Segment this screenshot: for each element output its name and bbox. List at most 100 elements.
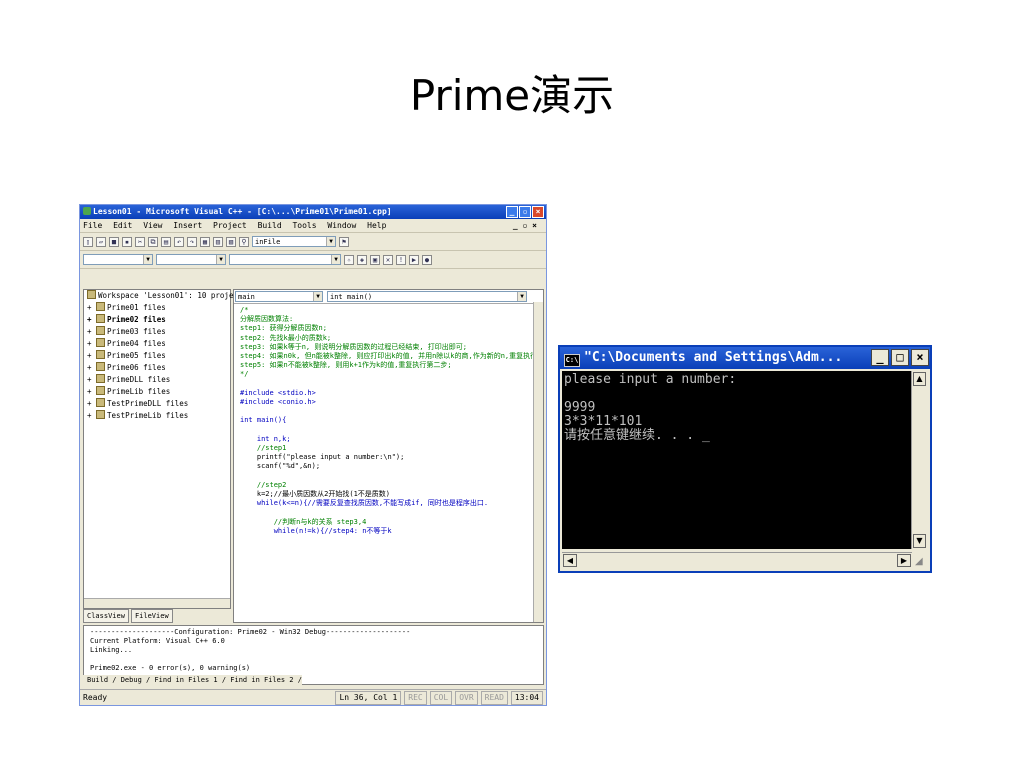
- project-icon: [96, 374, 106, 383]
- tree-item[interactable]: + Prime05 files: [84, 350, 230, 362]
- build-toolbar: ▼ ▼ ▼ ✧ ◈ ▣ ✕ ! ▶ ●: [80, 251, 546, 269]
- menu-project[interactable]: Project: [213, 221, 247, 230]
- output-line: --------------------Configuration: Prime…: [90, 628, 411, 636]
- tree-item[interactable]: + TestPrimeDLL files: [84, 398, 230, 410]
- find-in-files-icon[interactable]: ⚲: [239, 236, 249, 247]
- code-line: while(n!=k){//step4: n不等于k: [256, 526, 392, 535]
- cut-icon[interactable]: ✂: [135, 236, 145, 247]
- scroll-down-icon[interactable]: ▼: [913, 534, 926, 548]
- wizard-icon[interactable]: ✧: [344, 254, 354, 265]
- menu-view[interactable]: View: [143, 221, 162, 230]
- minimize-button[interactable]: _: [871, 349, 889, 366]
- class-combo[interactable]: ▼: [83, 254, 153, 265]
- filter-combo[interactable]: ▼: [156, 254, 226, 265]
- status-position: Ln 36, Col 1: [335, 691, 402, 705]
- menu-file[interactable]: File: [83, 221, 102, 230]
- workspace-tabs: ClassView FileView: [83, 609, 231, 623]
- menu-insert[interactable]: Insert: [173, 221, 202, 230]
- tree-item[interactable]: + TestPrimeLib files: [84, 410, 230, 422]
- open-folder-icon[interactable]: ▱: [96, 236, 106, 247]
- code-line: step3: 如果k等于n, 则说明分解质因数的过程已经结束, 打印出即可;: [240, 342, 468, 351]
- member-combo[interactable]: ▼: [229, 254, 341, 265]
- code-line: /*: [240, 306, 249, 314]
- code-line: #include <stdio.h>: [240, 388, 316, 397]
- tree-item[interactable]: + Prime04 files: [84, 338, 230, 350]
- code-line: 分解质因数算法:: [240, 315, 294, 324]
- scroll-right-icon[interactable]: ▶: [897, 554, 911, 567]
- console-line: 9999: [564, 400, 596, 415]
- console-window: C:\ "C:\Documents and Settings\Adm... _ □…: [558, 345, 932, 573]
- output-tabs[interactable]: Build / Debug / Find in Files 1 / Find i…: [83, 675, 302, 685]
- breakpoint-icon[interactable]: ●: [422, 254, 432, 265]
- console-line: 请按任意键继续. . . _: [564, 428, 710, 443]
- workspace-hscrollbar[interactable]: [84, 598, 230, 608]
- tree-item[interactable]: + Prime06 files: [84, 362, 230, 374]
- tree-item[interactable]: + PrimeLib files: [84, 386, 230, 398]
- resize-grip-icon[interactable]: ◢: [915, 556, 927, 568]
- tab-classview[interactable]: ClassView: [83, 609, 129, 623]
- new-file-icon[interactable]: ▯: [83, 236, 93, 247]
- tree-item-active[interactable]: + Prime02 files: [84, 314, 230, 326]
- find-icon[interactable]: ⚑: [339, 236, 349, 247]
- tab-fileview[interactable]: FileView: [130, 609, 173, 623]
- go-icon[interactable]: ▶: [409, 254, 419, 265]
- output-line: Prime02.exe - 0 error(s), 0 warning(s): [90, 664, 251, 672]
- console-line: please input a number:: [564, 372, 737, 387]
- workspace-panel: Workspace 'Lesson01': 10 project(s) + Pr…: [83, 289, 256, 609]
- code-editor[interactable]: main ▼ int main() ▼ /* 分解质因数算法: step1: 获得分…: [233, 289, 544, 623]
- menu-edit[interactable]: Edit: [113, 221, 132, 230]
- console-vscrollbar[interactable]: ▲ ▼: [911, 371, 928, 549]
- maximize-button[interactable]: □: [891, 349, 909, 366]
- redo-icon[interactable]: ↷: [187, 236, 197, 247]
- restore-button[interactable]: ▫: [519, 206, 531, 218]
- console-output[interactable]: please input a number: 9999 3*3*11*101 请…: [562, 371, 912, 549]
- compile-icon[interactable]: ◈: [357, 254, 367, 265]
- workspace-icon[interactable]: ▦: [200, 236, 210, 247]
- chevron-down-icon: ▼: [517, 292, 526, 301]
- close-button[interactable]: ×: [532, 206, 544, 218]
- project-icon: [96, 398, 106, 407]
- console-titlebar[interactable]: C:\ "C:\Documents and Settings\Adm... _ □…: [560, 347, 930, 369]
- find-combo[interactable]: inFile ▼: [252, 236, 336, 247]
- stop-build-icon[interactable]: ✕: [383, 254, 393, 265]
- code-line: */: [240, 370, 249, 379]
- minimize-button[interactable]: _: [506, 206, 518, 218]
- copy-icon[interactable]: ⧉: [148, 236, 158, 247]
- console-title-text: "C:\Documents and Settings\Adm...: [584, 350, 843, 365]
- scroll-up-icon[interactable]: ▲: [913, 372, 926, 386]
- status-read: READ: [480, 691, 508, 705]
- status-time: 13:04: [510, 691, 543, 705]
- menu-bar: File Edit View Insert Project Build Tool…: [80, 219, 546, 233]
- code-line: step2: 先找k最小的质数k;: [240, 333, 332, 342]
- output-window-icon[interactable]: ▥: [213, 236, 223, 247]
- save-icon[interactable]: ■: [109, 236, 119, 247]
- tree-item[interactable]: Workspace 'Lesson01': 10 project(s): [84, 290, 256, 302]
- paste-icon[interactable]: ▤: [161, 236, 171, 247]
- close-button[interactable]: ×: [911, 349, 929, 366]
- chevron-down-icon: ▼: [143, 255, 152, 264]
- build-icon[interactable]: ▣: [370, 254, 380, 265]
- save-all-icon[interactable]: ▪: [122, 236, 132, 247]
- menu-tools[interactable]: Tools: [292, 221, 316, 230]
- tree-item[interactable]: + Prime01 files: [84, 302, 230, 314]
- mdi-controls[interactable]: _ ▫ ×: [513, 219, 537, 232]
- window-list-icon[interactable]: ▧: [226, 236, 236, 247]
- console-hscrollbar[interactable]: ◀ ▶: [562, 552, 912, 569]
- menu-window[interactable]: Window: [327, 221, 356, 230]
- menu-build[interactable]: Build: [258, 221, 282, 230]
- scroll-left-icon[interactable]: ◀: [563, 554, 577, 567]
- vc-titlebar[interactable]: Lesson01 - Microsoft Visual C++ - [C:\..…: [80, 205, 546, 219]
- function-combo[interactable]: int main() ▼: [327, 291, 527, 302]
- menu-help[interactable]: Help: [367, 221, 386, 230]
- code-line: step1: 获得分解质因数n;: [240, 324, 327, 333]
- code-line: int main(){: [240, 416, 287, 425]
- tree-item[interactable]: + Prime03 files: [84, 326, 230, 338]
- tree-item[interactable]: + PrimeDLL files: [84, 374, 230, 386]
- editor-vscrollbar[interactable]: [533, 302, 543, 622]
- undo-icon[interactable]: ↶: [174, 236, 184, 247]
- chevron-down-icon: ▼: [331, 255, 340, 264]
- execute-icon[interactable]: !: [396, 254, 406, 265]
- scope-combo[interactable]: main ▼: [235, 291, 323, 302]
- code-line: //step2: [256, 480, 287, 489]
- code-line: int n,k;: [256, 434, 291, 443]
